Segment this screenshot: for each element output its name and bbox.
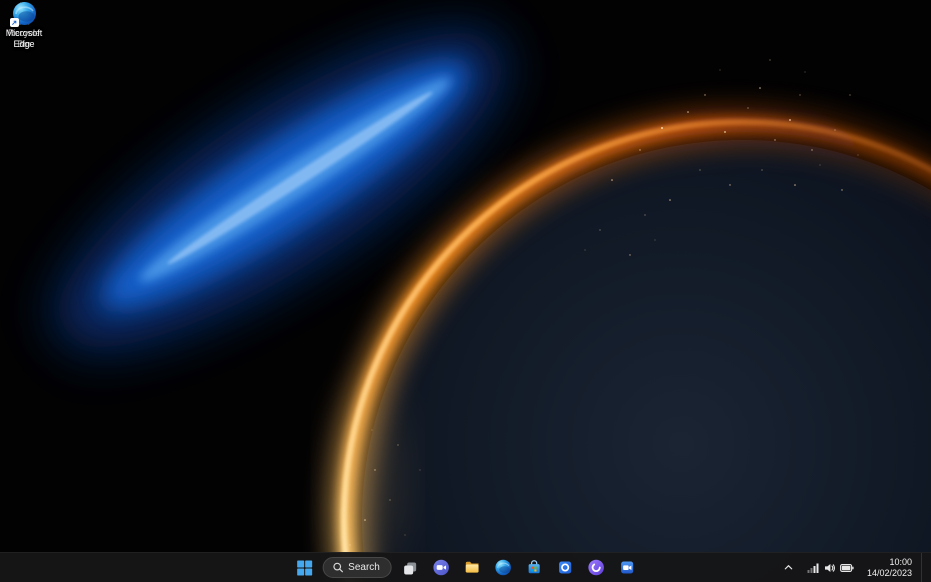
purple-arc-app-icon (587, 559, 604, 576)
magnifier-icon (332, 562, 343, 573)
pinned-app-2-button[interactable] (583, 555, 609, 581)
task-view-icon (402, 560, 418, 576)
desktop-surface[interactable]: Recycle Bin Microsoft Edge (0, 0, 931, 582)
folder-icon (463, 559, 480, 576)
shortcut-arrow-icon (10, 18, 19, 27)
chat-button[interactable] (428, 555, 454, 581)
blue-video-app-icon (618, 559, 635, 576)
chevron-up-icon (783, 562, 794, 573)
pinned-app-1-button[interactable] (552, 555, 578, 581)
store-icon (525, 559, 542, 576)
clock-date: 14/02/2023 (867, 568, 912, 579)
battery-icon (840, 562, 854, 574)
wallpaper-art (0, 0, 931, 582)
tray-overflow-button[interactable] (779, 555, 799, 581)
start-button[interactable] (291, 555, 317, 581)
edge-browser-icon (494, 559, 511, 576)
store-button[interactable] (521, 555, 547, 581)
show-desktop-button[interactable] (921, 553, 925, 582)
task-view-button[interactable] (397, 555, 423, 581)
search-label: Search (348, 562, 380, 573)
file-explorer-button[interactable] (459, 555, 485, 581)
blue-ring-app-icon (556, 559, 573, 576)
clock-time: 10:00 (889, 557, 912, 568)
pinned-app-3-button[interactable] (614, 555, 640, 581)
network-icon (807, 562, 820, 574)
windows-logo-icon (296, 560, 312, 576)
taskbar: Search (0, 552, 931, 582)
desktop-icon-microsoft-edge[interactable]: Microsoft Edge (0, 0, 48, 50)
edge-shortcut-label: Microsoft Edge (1, 28, 47, 50)
quick-settings-button[interactable] (803, 556, 858, 580)
chat-icon (432, 559, 449, 576)
volume-icon (824, 562, 836, 574)
wallpaper (0, 0, 931, 582)
clock[interactable]: 10:00 14/02/2023 (862, 555, 917, 581)
taskbar-center-group: Search (291, 553, 640, 582)
search-box[interactable]: Search (322, 557, 392, 578)
edge-browser-button[interactable] (490, 555, 516, 581)
system-tray: 10:00 14/02/2023 (779, 553, 931, 582)
edge-logo-icon (11, 0, 37, 26)
